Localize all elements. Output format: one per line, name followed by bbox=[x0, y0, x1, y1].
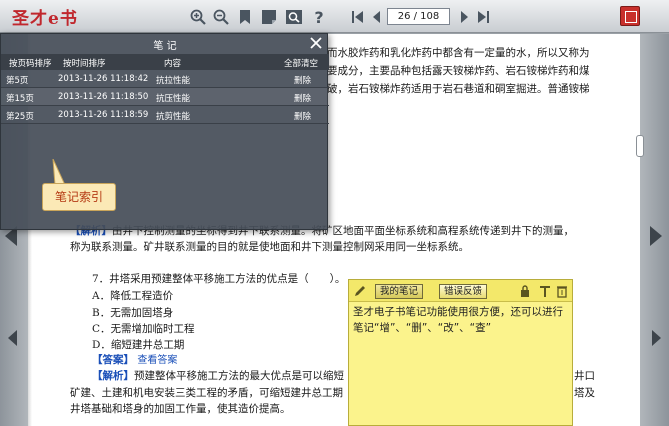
search-icon[interactable] bbox=[285, 8, 303, 26]
sticky-note-text[interactable]: 圣才电子书笔记功能使用很方便，还可以进行笔记“增”、“删”、“改”、“查” bbox=[353, 304, 567, 336]
doc-line-fragment: 井口 bbox=[574, 370, 595, 382]
question-text: 7．井塔采用预建整体平移施工方法的优点是（ ）。 bbox=[92, 273, 346, 285]
error-feedback-tab[interactable]: 错误反馈 bbox=[439, 284, 488, 299]
note-row[interactable]: 第5页 2013-11-26 11:18:42 抗拉性能 删除 bbox=[1, 70, 329, 88]
sort-by-page-button[interactable]: 按页码排序 bbox=[9, 57, 52, 69]
answer-label: 【答案】 bbox=[92, 354, 134, 366]
sticky-note-toolbar: 我的笔记 错误反馈 bbox=[349, 280, 572, 302]
clear-all-button[interactable]: 全部清空 bbox=[284, 57, 318, 69]
note-page: 第15页 bbox=[6, 94, 34, 104]
notes-panel: 笔 记 按页码排序 按时间排序 内容 全部清空 第5页 2013-11-26 1… bbox=[0, 33, 329, 230]
view-answer-link[interactable]: 查看答案 bbox=[137, 355, 177, 366]
help-icon[interactable]: ? bbox=[310, 8, 328, 26]
analysis2-label: 【解析】 bbox=[92, 370, 134, 382]
doc-line-fragment: 塔及 bbox=[574, 387, 595, 399]
note-content: 抗拉性能 bbox=[156, 76, 191, 86]
right-rail bbox=[640, 34, 669, 426]
text-format-icon[interactable] bbox=[538, 284, 552, 298]
notes-index-callout: 笔记索引 bbox=[42, 183, 116, 211]
lock-icon[interactable] bbox=[518, 284, 532, 298]
svg-text:?: ? bbox=[314, 8, 323, 26]
prev-page-small-arrow-icon[interactable] bbox=[8, 330, 17, 346]
note-content: 抗剪性能 bbox=[156, 112, 191, 122]
doc-line: 而水胶炸药和乳化炸药中都含有一定量的水，所以又称为 bbox=[327, 47, 590, 59]
first-page-icon[interactable] bbox=[349, 8, 367, 26]
zoom-in-icon[interactable] bbox=[189, 8, 207, 26]
note-time: 2013-11-26 11:18:50 bbox=[58, 92, 149, 102]
note-page: 第5页 bbox=[6, 76, 29, 86]
analysis2-paragraph: 【解析】预建整体平移施工方法的最大优点是可以缩短 bbox=[92, 367, 344, 385]
trash-icon[interactable] bbox=[555, 284, 569, 298]
toolbar: 圣才e书 ? 26 / 108 bbox=[0, 0, 669, 33]
prev-page-icon[interactable] bbox=[368, 8, 386, 26]
option-a: A．降低工程造价 bbox=[92, 290, 174, 302]
note-time: 2013-11-26 11:18:59 bbox=[58, 110, 149, 120]
note-time: 2013-11-26 11:18:42 bbox=[58, 74, 149, 84]
doc-line: 称为联系测量。矿井联系测量的目的就是使地面和井下测量控制网采用同一坐标系统。 bbox=[70, 241, 469, 253]
page-scroll-handle[interactable] bbox=[636, 135, 644, 157]
zoom-out-icon[interactable] bbox=[212, 8, 230, 26]
app-logo: 圣才e书 bbox=[12, 9, 78, 29]
notes-panel-title: 笔 记 bbox=[153, 41, 177, 52]
note-content: 抗压性能 bbox=[156, 94, 191, 104]
next-page-small-arrow-icon[interactable] bbox=[652, 330, 661, 346]
my-notes-tab[interactable]: 我的笔记 bbox=[375, 284, 424, 299]
delete-note-button[interactable]: 删除 bbox=[294, 74, 311, 86]
notes-table-header: 按页码排序 按时间排序 内容 全部清空 bbox=[1, 54, 329, 70]
delete-note-button[interactable]: 删除 bbox=[294, 92, 311, 104]
page-indicator[interactable]: 26 / 108 bbox=[387, 8, 450, 25]
note-page: 第25页 bbox=[6, 112, 34, 122]
close-icon[interactable] bbox=[309, 36, 323, 50]
note-row[interactable]: 第25页 2013-11-26 11:18:59 抗剪性能 删除 bbox=[1, 106, 329, 124]
content-column-header: 内容 bbox=[164, 59, 182, 69]
bookmark-icon[interactable] bbox=[236, 8, 254, 26]
notes-icon[interactable] bbox=[260, 8, 278, 26]
doc-line: 井塔基础和塔身的加固工作量，使其造价提高。 bbox=[70, 403, 291, 415]
analysis2-text: 预建整体平移施工方法的最大优点是可以缩短 bbox=[134, 370, 344, 382]
delete-note-button[interactable]: 删除 bbox=[294, 110, 311, 122]
doc-line: 要成分，主要品种包括露天铵梯炸药、岩石铵梯炸药和煤 bbox=[327, 65, 590, 77]
next-page-arrow-icon[interactable] bbox=[650, 226, 662, 246]
pen-icon[interactable] bbox=[353, 284, 367, 298]
sticky-note: 我的笔记 错误反馈 圣才电子书笔记功能使用很方便，还可以进行笔记“增”、“删”、… bbox=[348, 279, 573, 426]
sort-by-time-button[interactable]: 按时间排序 bbox=[63, 57, 106, 69]
exit-icon[interactable] bbox=[620, 6, 640, 26]
note-row[interactable]: 第15页 2013-11-26 11:18:50 抗压性能 删除 bbox=[1, 88, 329, 106]
next-page-icon[interactable] bbox=[455, 8, 473, 26]
doc-line: 破，岩石铵梯炸药适用于岩石巷道和硐室掘进。普通铵梯 bbox=[327, 83, 590, 95]
callout-pointer bbox=[52, 159, 66, 185]
last-page-icon[interactable] bbox=[474, 8, 492, 26]
